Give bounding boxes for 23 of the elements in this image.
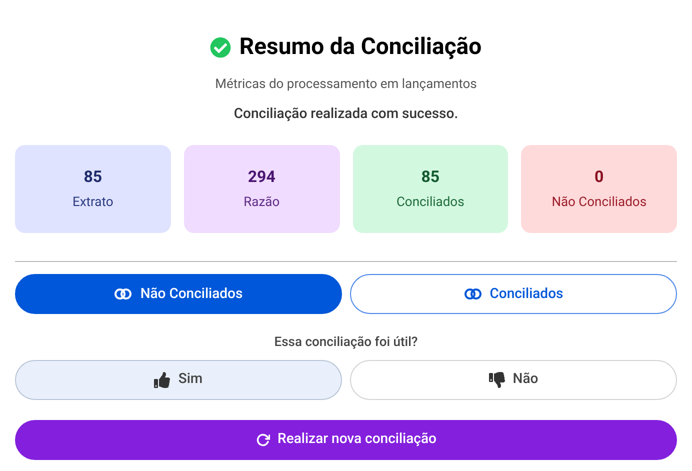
feedback-button[interactable]: Sim	[15, 360, 342, 400]
thumbs-up-icon	[154, 372, 170, 388]
thumbs-down-icon	[488, 372, 505, 388]
tab[interactable]: Não Conciliados	[15, 274, 342, 314]
metric-value: 85	[84, 166, 102, 188]
feedback-button[interactable]: Não	[350, 360, 677, 400]
metric-value: 85	[421, 166, 440, 188]
subtitle: Métricas do processamento em lançamentos	[214, 76, 478, 94]
metric-value: 0	[594, 166, 604, 188]
rings-icon	[114, 288, 132, 300]
refresh-icon	[256, 432, 270, 446]
metric-label: Extrato	[72, 194, 114, 212]
success-message: Conciliação realizada com sucesso.	[232, 105, 460, 124]
metric-label: Não Conciliados	[552, 194, 647, 212]
new-reconciliation-button[interactable]: Realizar nova conciliação	[15, 420, 677, 460]
metric-label: Razão	[244, 194, 280, 212]
rings-icon	[464, 288, 482, 300]
metric-label: Conciliados	[396, 194, 464, 212]
feedback-question: Essa conciliação foi útil?	[273, 334, 419, 352]
tab[interactable]: Conciliados	[350, 274, 677, 314]
metric-value: 294	[248, 166, 276, 188]
title: Resumo da Conciliação	[239, 32, 482, 62]
check-icon	[210, 36, 232, 58]
